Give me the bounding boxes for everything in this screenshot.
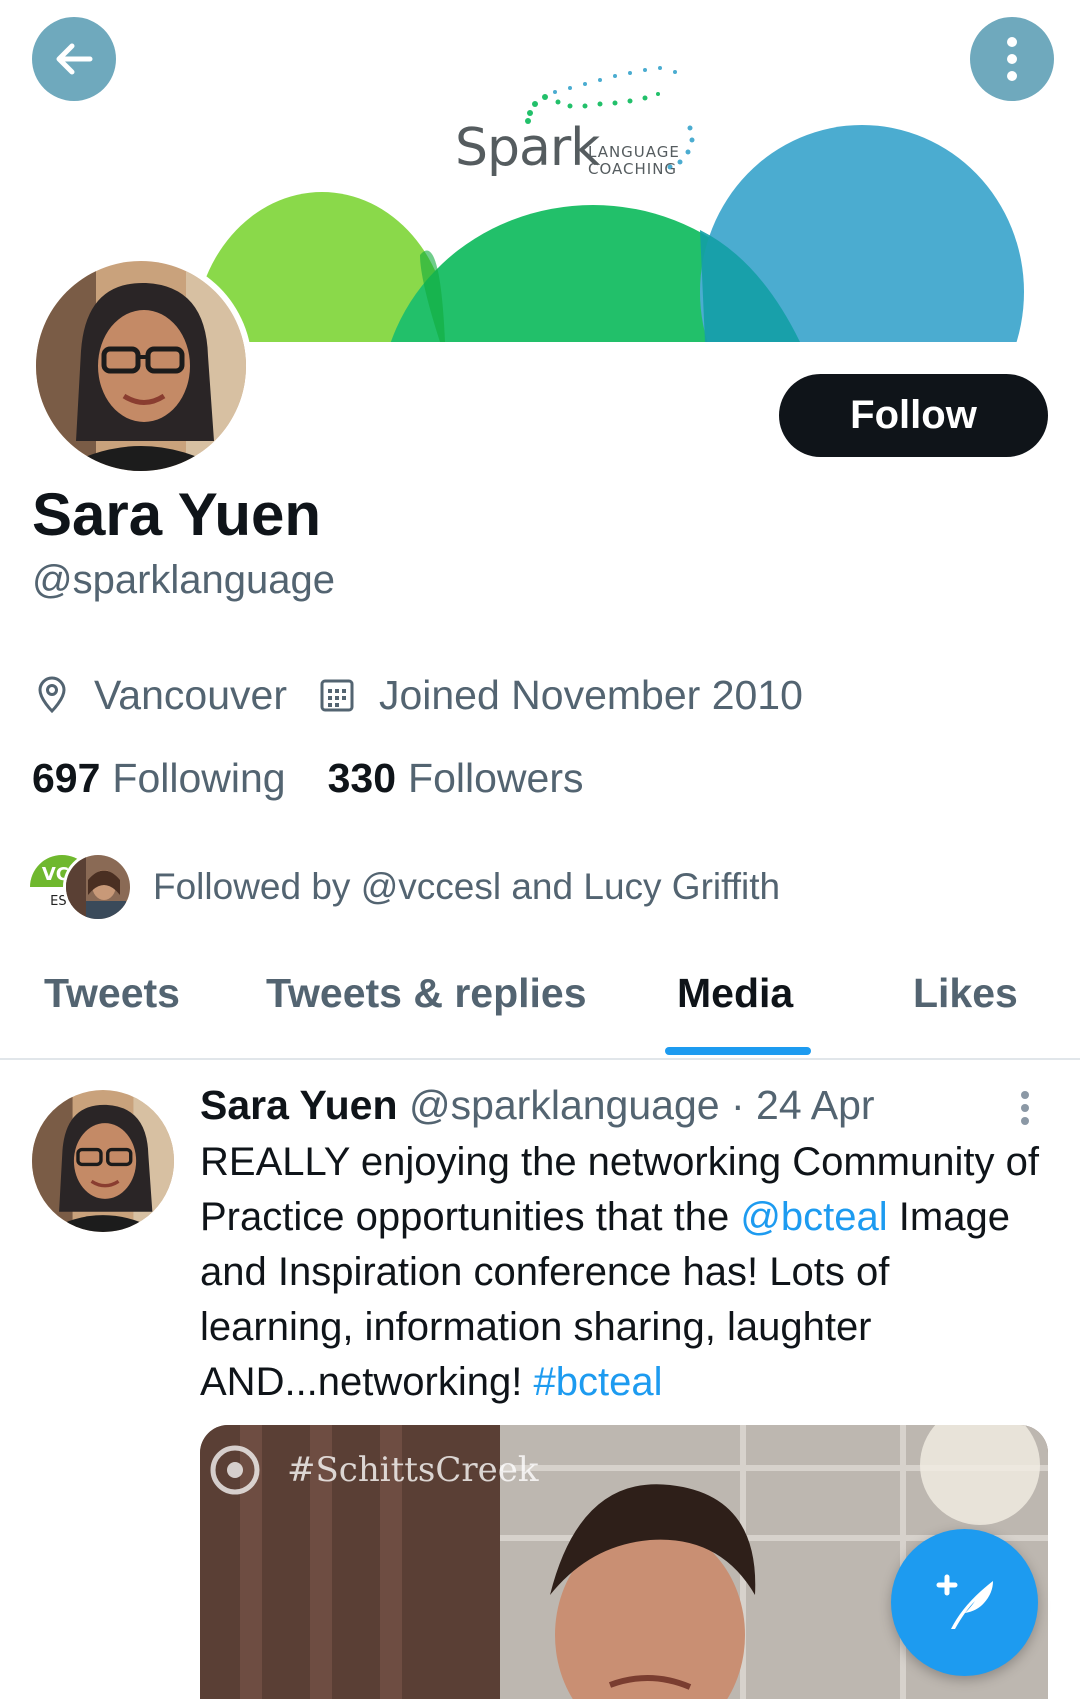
follow-button[interactable]: Follow (779, 374, 1048, 457)
tab-tweets[interactable]: Tweets (44, 970, 180, 1017)
profile-joined-date: Joined November 2010 (378, 671, 803, 718)
tab-media[interactable]: Media (677, 970, 793, 1017)
tweet-author-avatar[interactable] (32, 1090, 174, 1232)
more-options-button[interactable] (970, 17, 1054, 101)
following-link[interactable]: 697 Following (32, 755, 286, 802)
location-icon (38, 676, 66, 714)
profile-tabs: Tweets Tweets & replies Media Likes (0, 950, 1080, 1060)
calendar-icon (320, 679, 354, 712)
profile-display-name: Sara Yuen (32, 481, 322, 548)
tweet-hashtag-link[interactable]: #bcteal (533, 1360, 662, 1404)
more-vertical-icon (1021, 1091, 1029, 1125)
followers-link[interactable]: 330 Followers (328, 755, 584, 802)
followers-count: 330 (327, 755, 397, 801)
followed-by-row[interactable]: VCC ESL Followed by @vccesl and Lucy Gri… (27, 852, 780, 922)
tweet-author-handle[interactable]: @sparklanguage (409, 1082, 720, 1128)
back-button[interactable] (32, 17, 116, 101)
banner-logo-sub: LANGUAGE COACHING (588, 144, 680, 178)
profile-avatar[interactable] (30, 255, 252, 477)
avatar-photo (36, 261, 246, 471)
followed-by-text: Followed by @vccesl and Lucy Griffith (153, 866, 781, 907)
tweet-date[interactable]: · 24 Apr (731, 1082, 875, 1128)
following-label: Following (112, 755, 286, 801)
banner-logo-sub-line1: LANGUAGE (588, 143, 680, 161)
tweet-author-name[interactable]: Sara Yuen (200, 1082, 398, 1128)
tweet-avatar-photo (32, 1090, 174, 1232)
more-vertical-icon (1007, 37, 1017, 81)
banner-logo-word: Spark (455, 118, 600, 178)
compose-tweet-icon (936, 1574, 993, 1629)
tab-tweets-replies[interactable]: Tweets & replies (266, 970, 587, 1017)
profile-handle: @sparklanguage (32, 558, 336, 602)
compose-tweet-button[interactable] (891, 1529, 1038, 1676)
profile-meta: Vancouver Joined November 2010 (32, 670, 803, 720)
follower-avatar-lucy (63, 852, 133, 922)
tab-likes[interactable]: Likes (913, 970, 1018, 1017)
profile-stats: 697 Following 330 Followers (32, 755, 583, 802)
lucy-avatar-graphic (66, 855, 130, 919)
tweet-text: REALLY enjoying the networking Community… (200, 1135, 1045, 1410)
active-tab-indicator (665, 1047, 811, 1055)
media-watermark: #SchittsCreek (287, 1450, 539, 1490)
profile-location: Vancouver (94, 671, 287, 718)
banner-logo-sub-line2: COACHING (588, 160, 678, 178)
followers-label: Followers (408, 755, 584, 801)
tweet-more-button[interactable] (1018, 1090, 1032, 1131)
tweet-mention-link[interactable]: @bcteal (740, 1195, 887, 1239)
tweet-header: Sara Yuen @sparklanguage · 24 Apr (200, 1082, 875, 1129)
arrow-left-icon (56, 43, 93, 75)
following-count: 697 (32, 755, 101, 801)
